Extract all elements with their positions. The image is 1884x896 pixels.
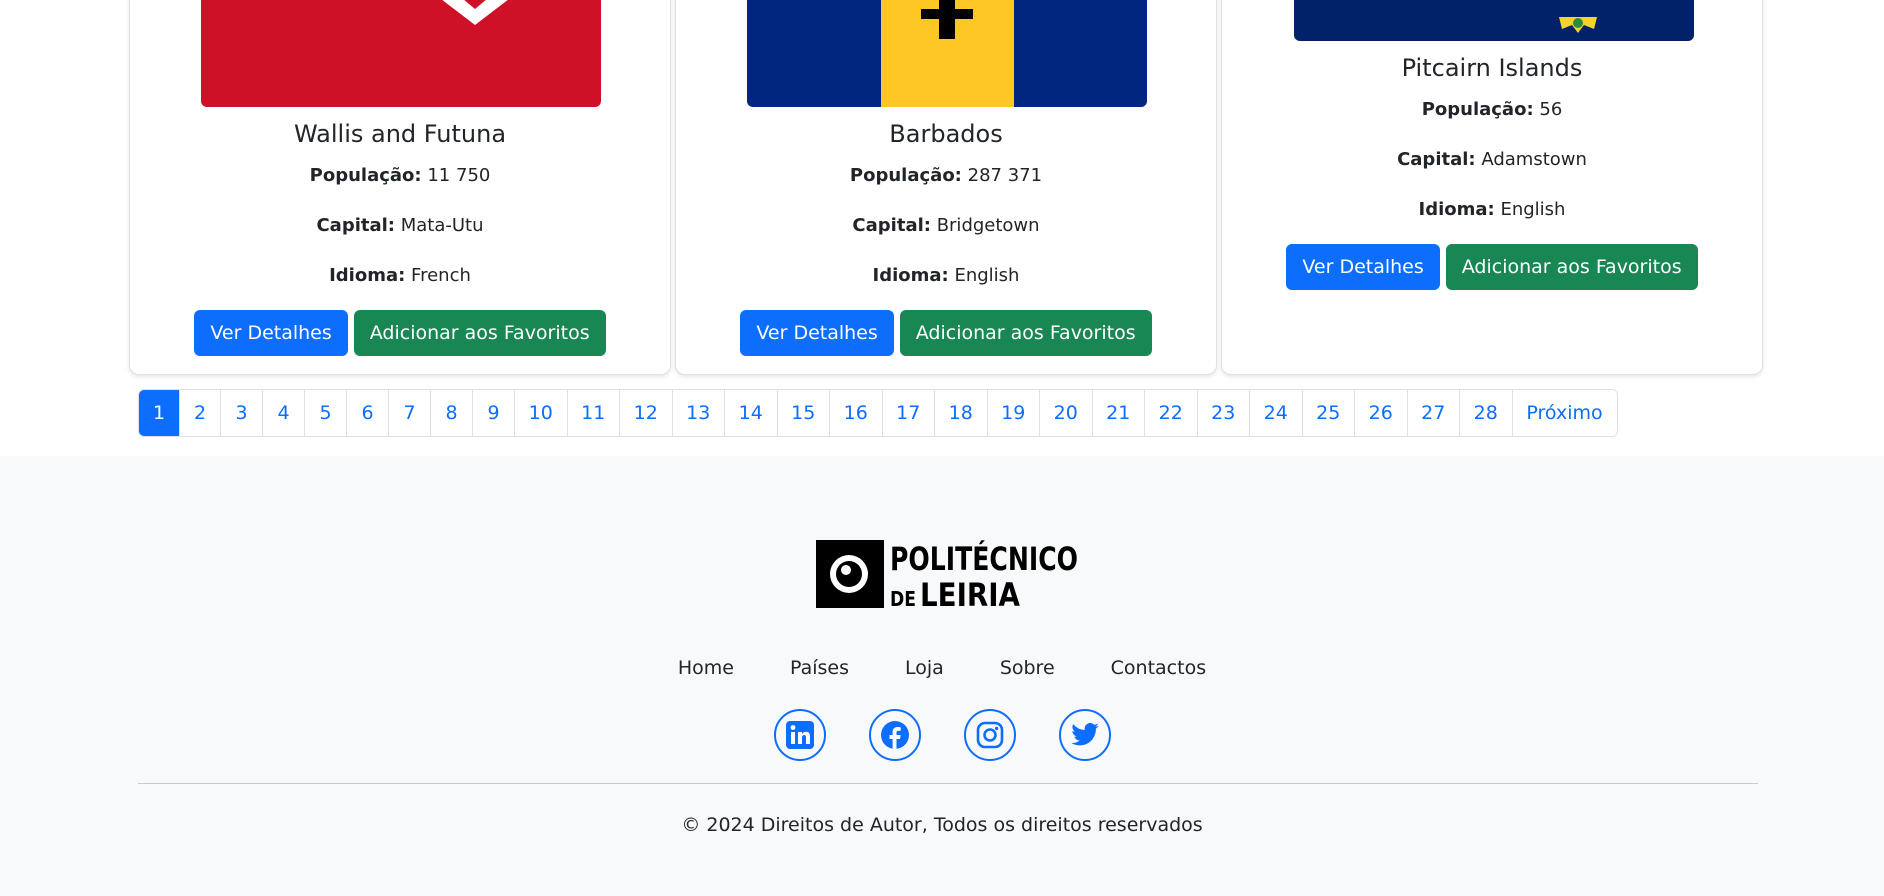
- add-favorites-button[interactable]: Adicionar aos Favoritos: [1445, 244, 1698, 290]
- pitcairn-flag-image: [1294, 0, 1694, 41]
- capital: Capital: Mata-Utu: [316, 215, 484, 236]
- page-link-17[interactable]: 17: [882, 390, 935, 436]
- country-name: Pitcairn Islands: [1401, 54, 1583, 82]
- pagination: 1 2 3 4 5 6 7 8 9 10 11 12 13 14 15 16 17 18 19 20 21 22 23 24 2…: [138, 389, 1618, 437]
- page-link-10[interactable]: 10: [515, 390, 568, 436]
- details-button[interactable]: Ver Detalhes: [194, 310, 348, 356]
- next-page-link[interactable]: Próximo: [1512, 390, 1617, 436]
- language: Idioma: English: [872, 265, 1020, 286]
- facebook-icon[interactable]: [868, 709, 921, 761]
- country-card: Pitcairn Islands População: 56 Capital: …: [1221, 0, 1763, 375]
- page-link-19[interactable]: 19: [987, 390, 1040, 436]
- linkedin-icon[interactable]: [773, 709, 826, 761]
- page-link-26[interactable]: 26: [1355, 390, 1408, 436]
- flag-wallis-and-futuna: [201, 0, 601, 107]
- logo-line-1: POLITÉCNICO: [890, 540, 1078, 578]
- flag-pitcairn-islands: [1294, 0, 1694, 41]
- footer-nav-sobre[interactable]: Sobre: [1000, 657, 1055, 679]
- instagram-icon[interactable]: [963, 709, 1016, 761]
- page-link-1[interactable]: 1: [139, 390, 180, 436]
- country-cards: Wallis and Futuna População: 11 750 Capi…: [0, 0, 1884, 380]
- capital: Capital: Adamstown: [1397, 149, 1587, 170]
- details-button[interactable]: Ver Detalhes: [740, 310, 894, 356]
- social-links: [0, 709, 1884, 761]
- footer-divider: [138, 783, 1758, 784]
- page-link-5[interactable]: 5: [305, 390, 347, 436]
- add-favorites-button[interactable]: Adicionar aos Favoritos: [353, 310, 606, 356]
- details-button[interactable]: Ver Detalhes: [1286, 244, 1440, 290]
- page-link-9[interactable]: 9: [473, 390, 515, 436]
- country-card: Barbados População: 287 371 Capital: Bri…: [675, 0, 1217, 375]
- page-link-15[interactable]: 15: [777, 390, 830, 436]
- footer-nav-loja[interactable]: Loja: [905, 657, 944, 679]
- footer-nav-contactos[interactable]: Contactos: [1111, 657, 1206, 679]
- country-name: Wallis and Futuna: [293, 120, 507, 148]
- politecnico-leiria-logo[interactable]: POLITÉCNICO DE LEIRIA: [816, 538, 1080, 608]
- footer: POLITÉCNICO DE LEIRIA Home Países Loja Sobr…: [0, 456, 1884, 896]
- page-link-23[interactable]: 23: [1197, 390, 1250, 436]
- country-name: Barbados: [889, 120, 1003, 148]
- barbados-flag-image: [747, 0, 1147, 107]
- capital: Capital: Bridgetown: [852, 215, 1040, 236]
- page-link-4[interactable]: 4: [263, 390, 305, 436]
- population: População: 11 750: [309, 165, 491, 186]
- wallis-flag-image: [201, 0, 601, 107]
- population: População: 287 371: [849, 165, 1043, 186]
- page-link-16[interactable]: 16: [830, 390, 883, 436]
- logo-line-2-small: DE: [890, 587, 916, 608]
- footer-nav: Home Países Loja Sobre Contactos: [0, 657, 1884, 679]
- footer-nav-home[interactable]: Home: [678, 657, 734, 679]
- page-link-13[interactable]: 13: [672, 390, 725, 436]
- page-link-28[interactable]: 28: [1460, 390, 1513, 436]
- page-link-7[interactable]: 7: [389, 390, 431, 436]
- page-link-2[interactable]: 2: [180, 390, 221, 436]
- copyright: © 2024 Direitos de Autor, Todos os direi…: [681, 814, 1203, 836]
- page-link-22[interactable]: 22: [1145, 390, 1198, 436]
- population: População: 56: [1421, 99, 1563, 120]
- page-link-12[interactable]: 12: [620, 390, 673, 436]
- page-link-3[interactable]: 3: [221, 390, 263, 436]
- twitter-icon[interactable]: [1058, 709, 1111, 761]
- logo-line-2-big: LEIRIA: [920, 576, 1020, 608]
- language: Idioma: English: [1418, 199, 1566, 220]
- flag-barbados: [747, 0, 1147, 107]
- page-link-6[interactable]: 6: [347, 390, 389, 436]
- page-link-14[interactable]: 14: [725, 390, 778, 436]
- add-favorites-button[interactable]: Adicionar aos Favoritos: [899, 310, 1152, 356]
- language: Idioma: French: [329, 265, 471, 286]
- page-link-20[interactable]: 20: [1040, 390, 1093, 436]
- page-link-24[interactable]: 24: [1250, 390, 1303, 436]
- page-link-27[interactable]: 27: [1407, 390, 1460, 436]
- page-link-8[interactable]: 8: [431, 390, 473, 436]
- page-link-18[interactable]: 18: [935, 390, 988, 436]
- page-link-21[interactable]: 21: [1092, 390, 1145, 436]
- country-card: Wallis and Futuna População: 11 750 Capi…: [129, 0, 671, 375]
- page-link-11[interactable]: 11: [567, 390, 620, 436]
- page-link-25[interactable]: 25: [1302, 390, 1355, 436]
- footer-nav-paises[interactable]: Países: [790, 657, 849, 679]
